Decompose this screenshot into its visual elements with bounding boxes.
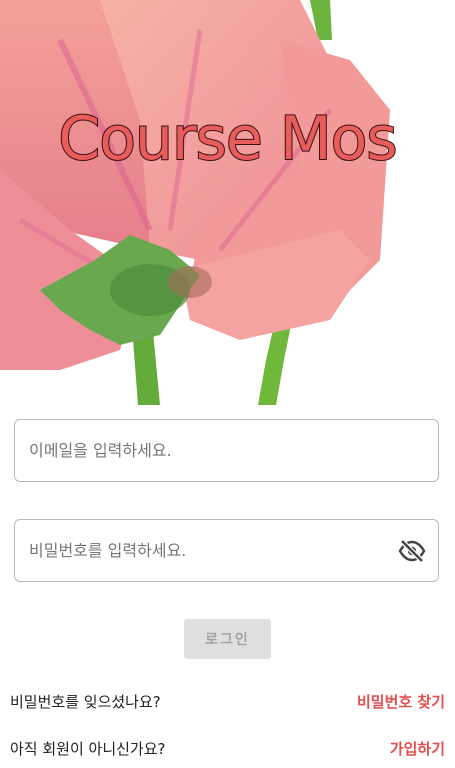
email-field[interactable]	[14, 419, 439, 482]
find-password-link[interactable]: 비밀번호 찾기	[357, 691, 445, 712]
password-input[interactable]	[29, 520, 384, 581]
signup-row: 아직 회원이 아니신가요? 가입하기	[10, 738, 445, 762]
email-input[interactable]	[29, 420, 384, 481]
signup-link[interactable]: 가입하기	[390, 738, 445, 759]
forgot-password-row: 비밀번호를 잊으셨나요? 비밀번호 찾기	[10, 691, 445, 715]
eye-off-icon[interactable]	[398, 539, 426, 563]
login-button[interactable]: 로그인	[184, 619, 271, 659]
forgot-password-question: 비밀번호를 잊으셨나요?	[10, 693, 161, 711]
hero-flower-image	[0, 0, 455, 405]
signup-question: 아직 회원이 아니신가요?	[10, 740, 166, 758]
app-title: Course Mos	[57, 103, 398, 175]
password-field[interactable]	[14, 519, 439, 582]
